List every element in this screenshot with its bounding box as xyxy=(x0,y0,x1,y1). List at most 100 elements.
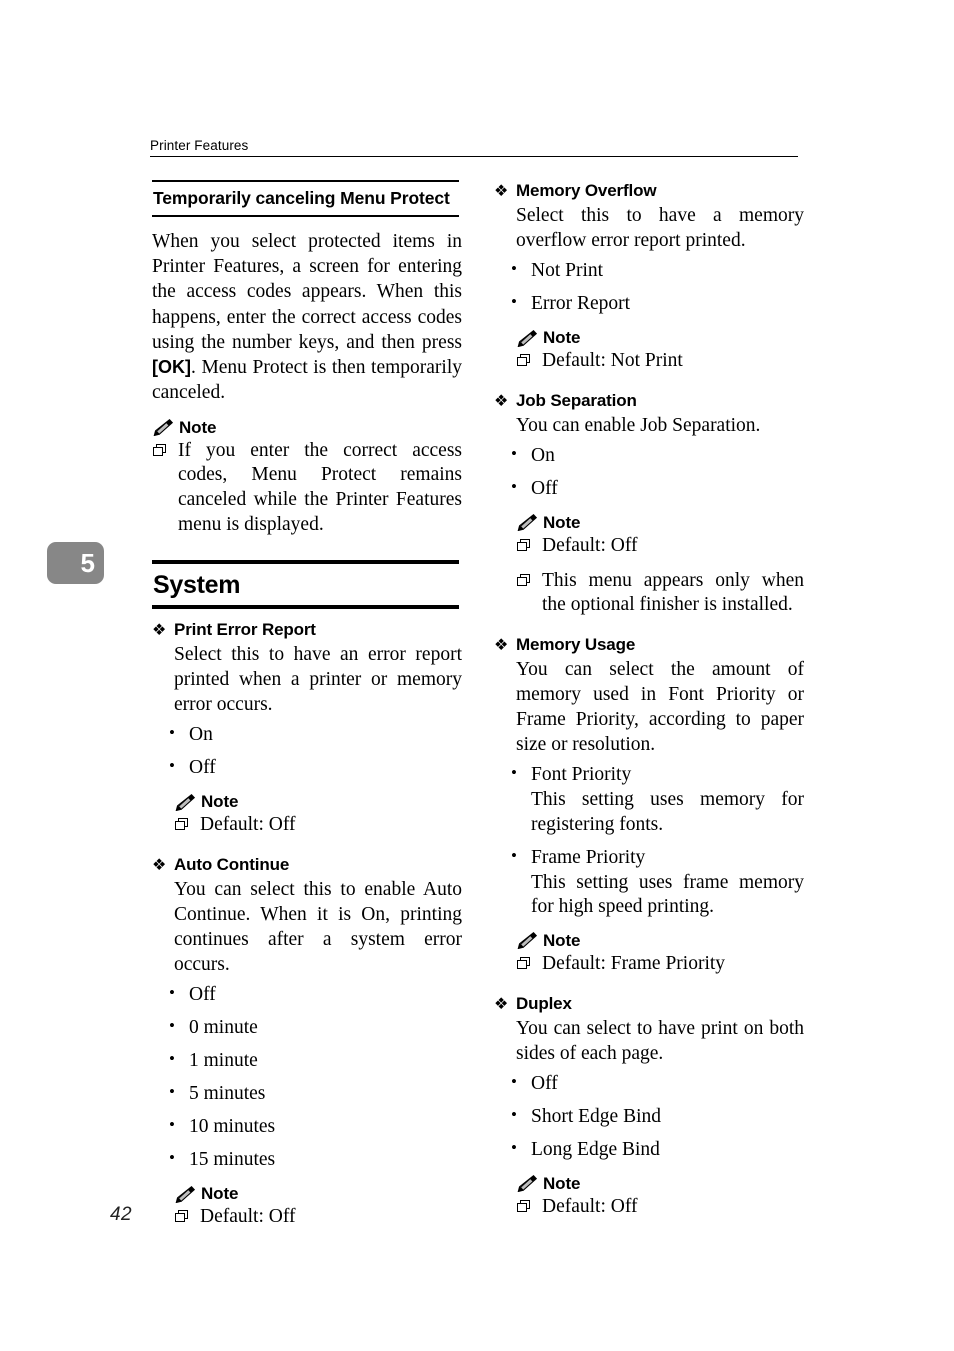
note-item-list: If you enter the correct access codes, M… xyxy=(152,439,462,538)
note-item-text: Default: Off xyxy=(542,534,638,556)
square-bullet-icon xyxy=(517,538,530,551)
section-header: ❖ Print Error Report xyxy=(152,619,462,641)
section-header: ❖ Memory Overflow xyxy=(494,180,804,202)
intro-text-part2: . Menu Protect is then temporarily cance… xyxy=(152,356,462,403)
note-label: Note xyxy=(543,328,581,348)
option-label: 15 minutes xyxy=(189,1149,276,1171)
note-item: If you enter the correct access codes, M… xyxy=(152,439,462,538)
option-item: Error Report xyxy=(511,291,804,317)
document-page: Printer Features 5 Temporarily canceling… xyxy=(0,0,954,1351)
option-list: On Off xyxy=(494,443,804,502)
option-item: On xyxy=(511,443,804,469)
section-print-error-report: ❖ Print Error Report Select this to have… xyxy=(152,619,462,838)
section-title: Auto Continue xyxy=(174,855,290,875)
diamond-bullet-icon: ❖ xyxy=(494,635,509,655)
left-column: Temporarily canceling Menu Protect When … xyxy=(152,180,462,1246)
subsection-heading-text: Temporarily canceling Menu Protect xyxy=(153,188,450,208)
section-header: ❖ Duplex xyxy=(494,993,804,1015)
option-label: 10 minutes xyxy=(189,1116,276,1138)
pencil-icon xyxy=(516,932,538,950)
option-label: 0 minute xyxy=(189,1017,258,1039)
note-item-text: Default: Not Print xyxy=(542,350,683,372)
note-title: Note xyxy=(174,792,462,812)
note-block: Note Default: Off xyxy=(152,1184,462,1230)
note-title: Note xyxy=(516,1174,804,1194)
option-label: 1 minute xyxy=(189,1050,258,1072)
section-description: Select this to have an error report prin… xyxy=(174,644,462,716)
pencil-icon xyxy=(152,419,174,437)
note-title: Note xyxy=(516,513,804,533)
section-heading-system: System xyxy=(152,559,462,610)
option-item: Not Print xyxy=(511,258,804,284)
option-label: Off xyxy=(531,477,558,499)
note-item: Default: Off xyxy=(174,813,462,838)
option-label: Off xyxy=(189,984,216,1006)
option-item: Long Edge Bind xyxy=(511,1137,804,1163)
option-item: Off xyxy=(511,476,804,502)
note-block: Note If you enter the correct access cod… xyxy=(152,418,462,538)
note-item: Default: Not Print xyxy=(516,349,804,374)
option-item: 1 minute xyxy=(169,1048,462,1074)
section-description: Select this to have a memory overflow er… xyxy=(516,205,804,252)
option-list: On Off xyxy=(152,722,462,781)
pencil-icon xyxy=(516,514,538,532)
note-item-list: Default: Not Print xyxy=(516,349,804,374)
section-body: You can enable Job Separation. xyxy=(494,413,804,438)
section-header: ❖ Auto Continue xyxy=(152,854,462,876)
running-header-text: Printer Features xyxy=(150,138,249,153)
note-block: Note Default: Not Print xyxy=(494,328,804,374)
section-memory-overflow: ❖ Memory Overflow Select this to have a … xyxy=(494,180,804,374)
section-body: Select this to have a memory overflow er… xyxy=(494,203,804,253)
section-body: You can select the amount of memory used… xyxy=(494,657,804,757)
system-rule-bottom xyxy=(152,605,459,610)
note-title: Note xyxy=(174,1184,462,1204)
note-item-list: Default: Off This menu appears only when… xyxy=(516,534,804,618)
system-heading-text: System xyxy=(153,570,241,599)
note-item: Default: Off xyxy=(516,1195,804,1220)
pencil-icon xyxy=(516,1175,538,1193)
option-item: Off xyxy=(511,1071,804,1097)
option-item: 15 minutes xyxy=(169,1147,462,1173)
square-bullet-icon xyxy=(517,1199,530,1212)
option-description: This setting uses memory for registering… xyxy=(531,789,804,836)
section-duplex: ❖ Duplex You can select to have print on… xyxy=(494,993,804,1220)
note-item-text: Default: Off xyxy=(200,814,296,836)
note-item-list: Default: Off xyxy=(174,1205,462,1230)
option-item: 10 minutes xyxy=(169,1114,462,1140)
note-item: This menu appears only when the optional… xyxy=(516,569,804,619)
option-list: Not Print Error Report xyxy=(494,258,804,317)
option-item: 5 minutes xyxy=(169,1081,462,1107)
diamond-bullet-icon: ❖ xyxy=(494,993,509,1013)
note-label: Note xyxy=(543,1173,581,1193)
option-label: Frame Priority xyxy=(531,846,646,868)
note-item-text: If you enter the correct access codes, M… xyxy=(178,439,462,535)
option-label: On xyxy=(531,444,555,466)
diamond-bullet-icon: ❖ xyxy=(152,855,167,875)
section-job-separation: ❖ Job Separation You can enable Job Sepa… xyxy=(494,390,804,618)
intro-text-part1: When you select protected items in Print… xyxy=(152,231,462,353)
note-label: Note xyxy=(201,792,239,812)
running-header-rule xyxy=(150,156,798,157)
square-bullet-icon xyxy=(175,818,188,831)
option-item: Off xyxy=(169,755,462,781)
note-block: Note Default: Off xyxy=(152,792,462,838)
option-item: Font Priority This setting uses memory f… xyxy=(511,762,804,837)
option-item: On xyxy=(169,722,462,748)
note-item-list: Default: Frame Priority xyxy=(516,952,804,977)
section-body: You can select this to enable Auto Conti… xyxy=(152,877,462,977)
option-description: This setting uses frame memory for high … xyxy=(531,871,804,918)
option-label: On xyxy=(189,724,213,746)
note-item-text: Default: Off xyxy=(200,1206,296,1228)
option-list: Off Short Edge Bind Long Edge Bind xyxy=(494,1071,804,1163)
section-title: Duplex xyxy=(516,993,572,1013)
page-number: 42 xyxy=(110,1204,132,1225)
note-block: Note Default: Frame Priority xyxy=(494,931,804,977)
section-body: You can select to have print on both sid… xyxy=(494,1016,804,1066)
pencil-icon xyxy=(174,793,196,812)
option-label: Error Report xyxy=(531,293,631,315)
diamond-bullet-icon: ❖ xyxy=(494,181,509,200)
square-bullet-icon xyxy=(153,443,166,456)
note-item-text: Default: Off xyxy=(542,1195,638,1217)
chapter-number: 5 xyxy=(80,547,95,578)
ok-key-reference: [OK] xyxy=(152,356,191,377)
